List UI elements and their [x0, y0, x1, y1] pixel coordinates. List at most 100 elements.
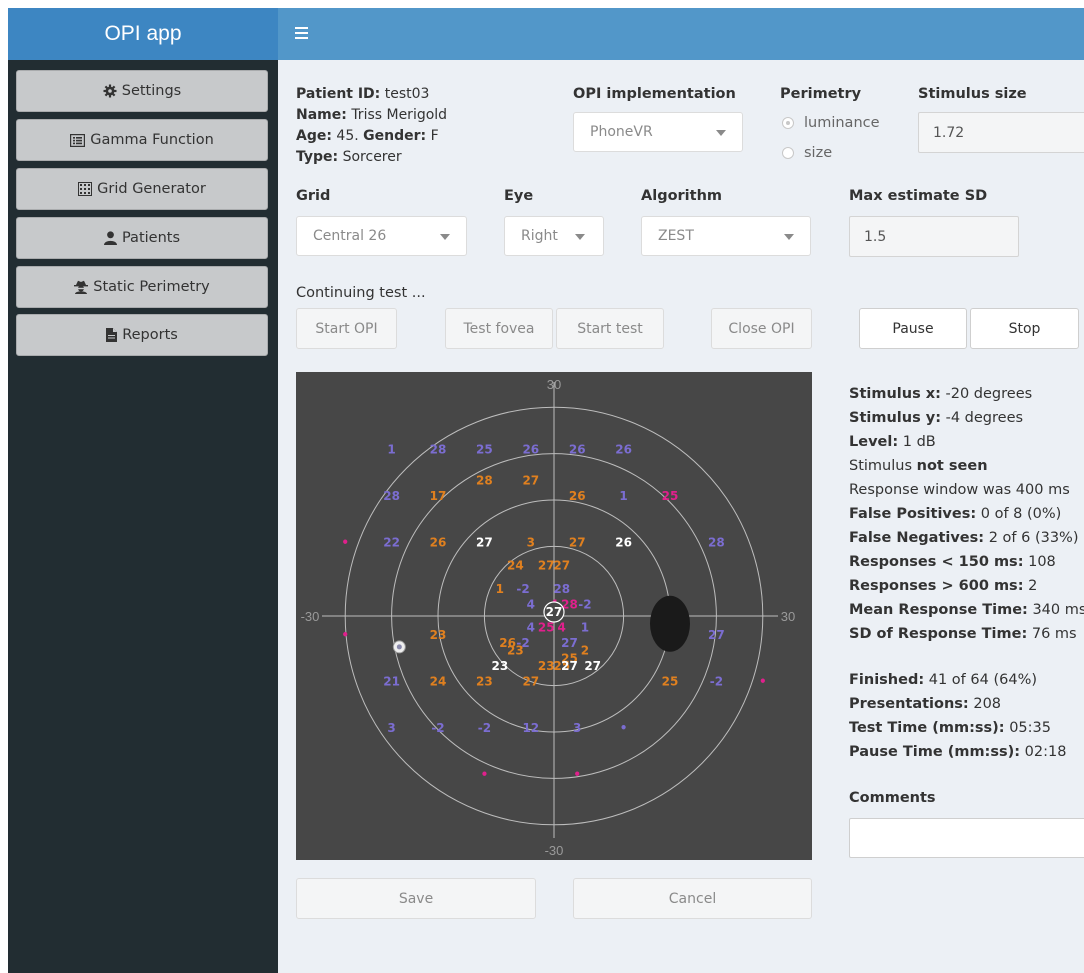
opi-implementation-label: OPI implementation — [573, 86, 736, 102]
threshold-value-label: 3 — [527, 535, 535, 549]
sidebar-item-reports[interactable]: Reports — [16, 314, 268, 356]
sidebar-item-label: Grid Generator — [97, 181, 206, 197]
threshold-value-label: 26 — [615, 443, 632, 457]
sidebar-item-settings[interactable]: Settings — [16, 70, 268, 112]
threshold-value-label: • — [341, 535, 349, 549]
visual-field-plot: 30 -30 -30 30 1 28 25 26 26 26 28 17 28 27 26 1 • 22 26 28 2… — [296, 372, 812, 860]
threshold-value-label: 1 — [619, 489, 627, 503]
grid-select[interactable]: Central 26 — [296, 216, 467, 256]
radio-unselected-icon — [782, 147, 794, 159]
axis-label-bottom: -30 — [545, 843, 564, 858]
threshold-value-label: 23 — [492, 659, 509, 673]
patient-type-label: Type: — [296, 149, 339, 165]
algorithm-select[interactable]: ZEST — [641, 216, 811, 256]
stimulus-size-label: Stimulus size — [918, 86, 1027, 102]
sidebar-item-label: Patients — [121, 230, 181, 246]
grid-value: Central 26 — [313, 228, 387, 244]
test-time-value: 05:35 — [1009, 720, 1051, 736]
threshold-value-label: -2 — [478, 721, 491, 735]
stimulus-prefix: Stimulus — [849, 458, 913, 474]
stat-label: Test Time (mm:ss): — [849, 720, 1005, 736]
test-status-text: Continuing test ... — [296, 285, 426, 301]
axis-label-top: 30 — [547, 377, 561, 392]
eye-select[interactable]: Right — [504, 216, 604, 256]
threshold-value-label: 26 — [522, 443, 539, 457]
threshold-value-label: 1 — [387, 443, 395, 457]
perimetry-radio-luminance[interactable]: luminance — [782, 115, 880, 131]
threshold-value-label: 2 — [581, 644, 589, 658]
stat-label: Mean Response Time: — [849, 602, 1028, 618]
comments-input[interactable] — [849, 818, 1084, 858]
stop-button[interactable]: Stop — [970, 308, 1079, 349]
threshold-value-label: 25 — [476, 443, 493, 457]
threshold-value-label: 28 — [553, 582, 570, 596]
patient-name-label: Name: — [296, 107, 347, 123]
blind-spot-marker — [650, 595, 690, 652]
stat-label: False Positives: — [849, 506, 977, 522]
patient-age: 45. — [336, 128, 359, 144]
current-stimulus-dot — [396, 644, 402, 650]
pause-time-value: 02:18 — [1024, 744, 1067, 760]
stat-label: Presentations: — [849, 696, 969, 712]
perimetry-option-label: size — [804, 145, 833, 161]
fast-responses-value: 108 — [1028, 554, 1056, 570]
axis-label-left: -30 — [301, 609, 320, 624]
grid-icon — [78, 182, 93, 196]
axis-label-right: 30 — [781, 609, 795, 624]
save-button[interactable]: Save — [296, 878, 536, 919]
hamburger-menu-icon[interactable] — [295, 27, 308, 39]
app-frame: OPI app Settings Gamma Function Grid Gen… — [8, 8, 1084, 973]
stimulus-size-input[interactable]: 1.72 — [918, 112, 1084, 153]
false-positives-value: 0 of 8 (0%) — [980, 506, 1062, 522]
stimulus-y-value: -4 degrees — [945, 410, 1024, 426]
patient-info: Patient ID: test03 Name: Triss Merigold … — [296, 84, 447, 168]
threshold-value-label: • — [481, 767, 489, 781]
threshold-value-label: 27 — [553, 559, 570, 573]
threshold-value-label: 27 — [584, 659, 601, 673]
pause-button[interactable]: Pause — [859, 308, 967, 349]
start-opi-button[interactable]: Start OPI — [296, 308, 397, 349]
perimetry-label: Perimetry — [780, 86, 862, 102]
user-icon — [103, 231, 117, 245]
algorithm-label: Algorithm — [641, 188, 723, 204]
cancel-button[interactable]: Cancel — [573, 878, 812, 919]
level-value: 1 dB — [902, 434, 936, 450]
threshold-value-label: 28 — [476, 474, 493, 488]
threshold-value-label: 4 — [527, 597, 535, 611]
chevron-down-icon — [575, 234, 585, 240]
opi-implementation-select[interactable]: PhoneVR — [573, 112, 743, 152]
sidebar-item-grid-generator[interactable]: Grid Generator — [16, 168, 268, 210]
start-test-button[interactable]: Start test — [556, 308, 664, 349]
threshold-value-label: 3 — [573, 721, 581, 735]
test-fovea-button[interactable]: Test fovea — [445, 308, 553, 349]
threshold-value-label: -2 — [516, 582, 529, 596]
sidebar-item-static-perimetry[interactable]: Static Perimetry — [16, 266, 268, 308]
patient-id-label: Patient ID: — [296, 86, 381, 102]
perimetry-radio-size[interactable]: size — [782, 145, 832, 161]
threshold-value-label: 22 — [383, 535, 400, 549]
user-secret-icon — [74, 280, 89, 294]
threshold-value-label: 1 — [581, 620, 589, 634]
sidebar-item-patients[interactable]: Patients — [16, 217, 268, 259]
threshold-value-label: 27 — [708, 628, 725, 642]
stat-label: Responses < 150 ms: — [849, 554, 1024, 570]
threshold-value-label: 4 — [558, 620, 566, 634]
response-window-text: Response window was 400 ms — [849, 482, 1070, 498]
stat-label: Finished: — [849, 672, 925, 688]
max-estimate-sd-input[interactable]: 1.5 — [849, 216, 1019, 257]
sidebar: Settings Gamma Function Grid Generator P… — [8, 60, 278, 973]
patient-type: Sorcerer — [342, 149, 402, 165]
threshold-value-label: 3 — [387, 721, 395, 735]
threshold-value-label: 28 — [383, 489, 400, 503]
sidebar-item-gamma-function[interactable]: Gamma Function — [16, 119, 268, 161]
sidebar-item-label: Static Perimetry — [93, 279, 210, 295]
stat-label: Pause Time (mm:ss): — [849, 744, 1021, 760]
finished-value: 41 of 64 (64%) — [928, 672, 1037, 688]
max-estimate-sd-label: Max estimate SD — [849, 188, 988, 204]
threshold-value-label: 17 — [430, 489, 447, 503]
threshold-value-label: 23 — [507, 644, 524, 658]
threshold-value-label: -2 — [710, 675, 723, 689]
sd-response-time-value: 76 ms — [1031, 626, 1077, 642]
threshold-value-label: 25 — [538, 620, 555, 634]
close-opi-button[interactable]: Close OPI — [711, 308, 812, 349]
